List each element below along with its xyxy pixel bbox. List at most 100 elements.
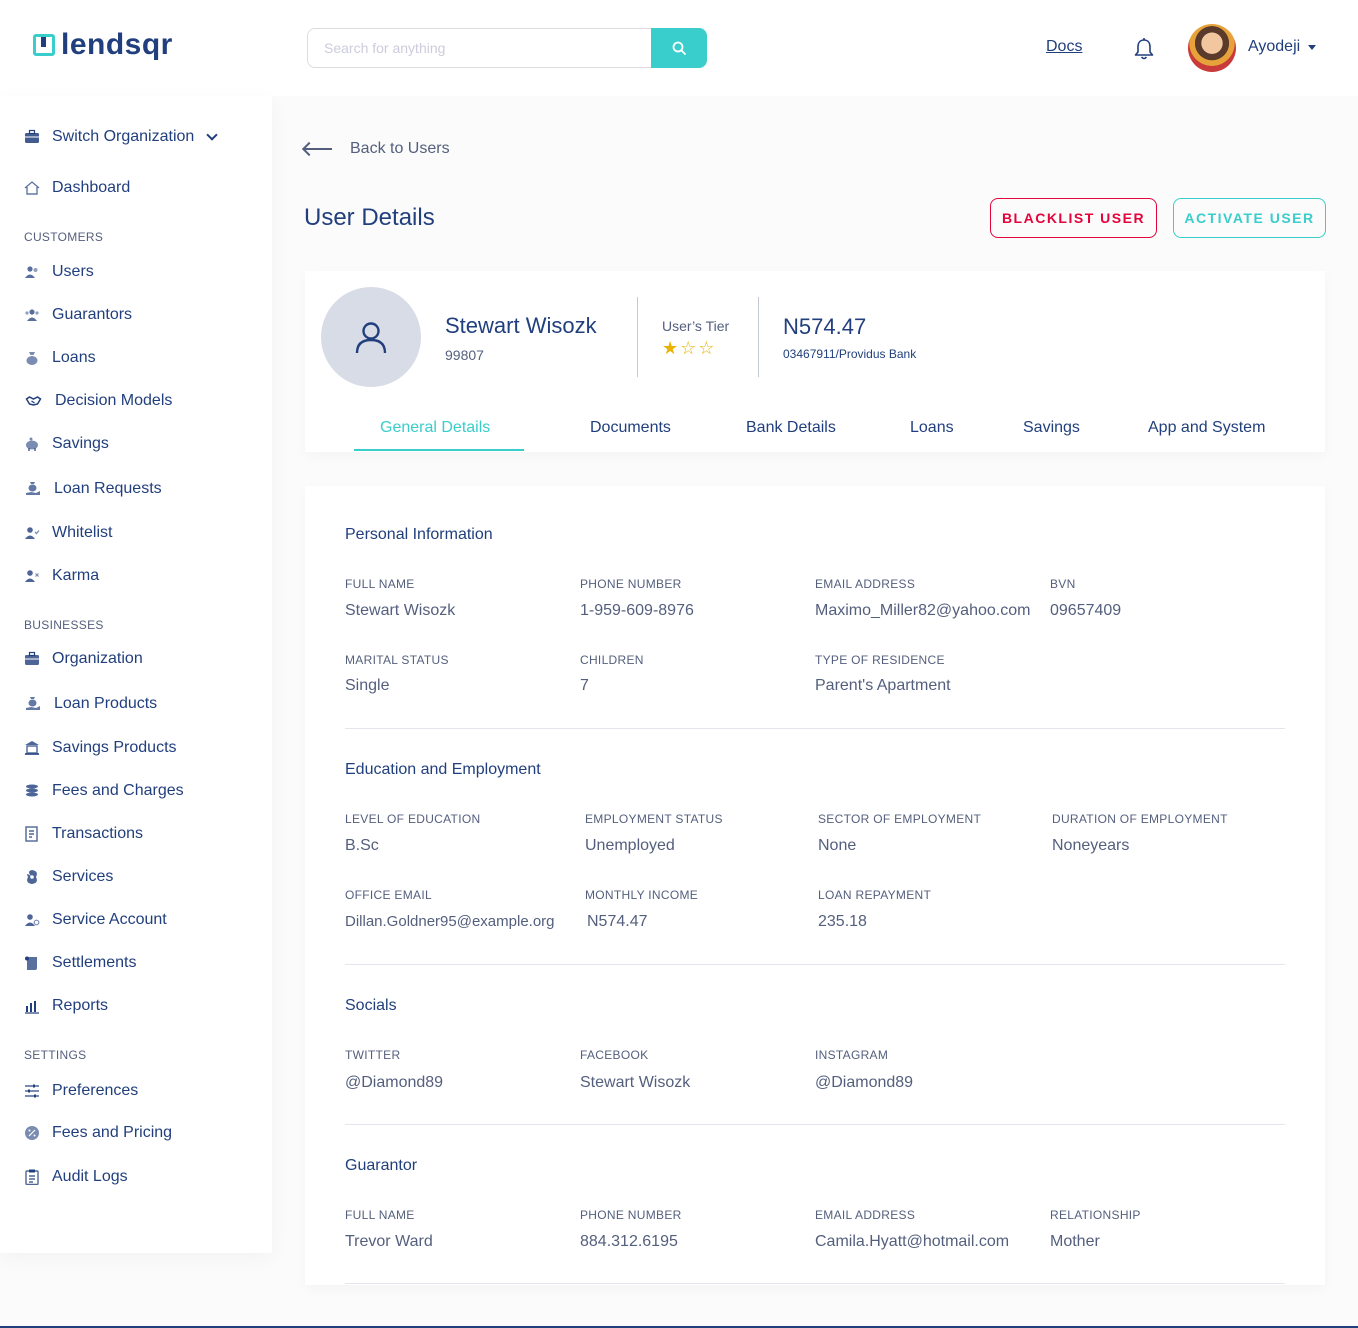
sidebar-item-label: Audit Logs	[52, 1168, 128, 1185]
field-value: Single	[345, 677, 390, 694]
user-check-icon	[25, 527, 40, 539]
section-businesses: BUSINESSES	[24, 618, 104, 632]
field-value: Unemployed	[585, 837, 675, 854]
sidebar-item-fees-and-charges[interactable]: Fees and Charges	[24, 780, 184, 802]
switch-organization[interactable]: Switch Organization	[24, 126, 218, 148]
docs-link[interactable]: Docs	[1046, 38, 1082, 56]
sidebar-item-label: Decision Models	[55, 392, 173, 409]
sidebar-item-service-account[interactable]: Service Account	[24, 909, 167, 931]
sliders-icon	[25, 1084, 39, 1098]
divider	[637, 297, 638, 377]
sidebar-item-guarantors[interactable]: Guarantors	[24, 304, 132, 326]
section-divider	[345, 964, 1285, 965]
search-button[interactable]	[651, 28, 707, 68]
sidebar-item-whitelist[interactable]: Whitelist	[24, 522, 112, 544]
section-title-socials: Socials	[345, 997, 397, 1014]
sidebar-item-decision-models[interactable]: Decision Models	[24, 390, 172, 412]
tab-documents[interactable]: Documents	[590, 419, 671, 437]
section-divider	[345, 728, 1285, 729]
active-tab-indicator	[354, 449, 524, 451]
field-value: Maximo_Miller82@yahoo.com	[815, 602, 1031, 619]
field-label: TWITTER	[345, 1048, 401, 1062]
section-divider	[345, 1124, 1285, 1125]
sidebar-item-savings[interactable]: Savings	[24, 433, 109, 455]
sidebar-item-users[interactable]: Users	[24, 261, 94, 283]
user-avatar[interactable]	[1188, 24, 1236, 72]
field-label: SECTOR OF EMPLOYMENT	[818, 812, 982, 826]
section-customers: CUSTOMERS	[24, 230, 104, 244]
field-label: FULL NAME	[345, 577, 415, 591]
coins-icon	[26, 784, 38, 797]
piggy-bank-icon	[26, 437, 38, 451]
user-x-icon	[25, 570, 39, 582]
star-empty-icon: ☆	[698, 338, 717, 359]
sidebar-item-loan-requests[interactable]: Loan Requests	[24, 478, 162, 500]
field-value: 7	[580, 677, 589, 694]
sidebar-item-label: Transactions	[52, 825, 143, 842]
sidebar-item-label: Savings	[52, 435, 109, 452]
sidebar-item-settlements[interactable]: Settlements	[24, 952, 136, 974]
sidebar-item-fees-and-pricing[interactable]: Fees and Pricing	[24, 1122, 172, 1144]
profile-id: 99807	[445, 347, 484, 363]
sidebar-item-label: Loan Products	[54, 695, 158, 712]
caret-down-icon	[1308, 44, 1317, 50]
tier-label: User’s Tier	[662, 318, 730, 334]
sidebar-item-label: Organization	[52, 650, 143, 667]
field-label: MARITAL STATUS	[345, 653, 449, 667]
briefcase-icon	[25, 651, 39, 665]
badge-percent-icon	[25, 1126, 39, 1140]
field-label: PHONE NUMBER	[580, 1208, 682, 1222]
tab-app-and-system[interactable]: App and System	[1148, 419, 1265, 437]
money-bag-icon	[26, 352, 38, 365]
field-label: OFFICE EMAIL	[345, 888, 432, 902]
sidebar-item-karma[interactable]: Karma	[24, 565, 99, 587]
field-label: EMAIL ADDRESS	[815, 1208, 916, 1222]
section-title-guarantor: Guarantor	[345, 1157, 418, 1174]
sidebar-item-label: Reports	[52, 997, 109, 1014]
sidebar-item-audit-logs[interactable]: Audit Logs	[24, 1166, 128, 1188]
field-value: 884.312.6195	[580, 1233, 678, 1250]
sidebar-item-preferences[interactable]: Preferences	[24, 1080, 138, 1102]
blacklist-user-button[interactable]: BLACKLIST USER	[990, 198, 1157, 238]
profile-avatar	[321, 287, 421, 387]
user-icon	[355, 322, 387, 354]
field-value: N574.47	[587, 913, 648, 930]
tab-general-details[interactable]: General Details	[380, 419, 490, 437]
bank-icon	[25, 741, 39, 755]
sidebar-item-savings-products[interactable]: Savings Products	[24, 737, 177, 759]
user-cog-icon	[25, 914, 40, 926]
back-label: Back to Users	[350, 140, 450, 157]
field-label: FACEBOOK	[580, 1048, 649, 1062]
sidebar-item-transactions[interactable]: Transactions	[24, 823, 143, 845]
back-to-users-link[interactable]: Back to Users	[304, 140, 450, 158]
profile-summary-card: Stewart Wisozk 99807 User’s Tier ★☆☆ N57…	[305, 271, 1325, 452]
receipt-icon	[25, 826, 38, 842]
user-menu[interactable]: Ayodeji	[1248, 38, 1317, 56]
sidebar-item-services[interactable]: Services	[24, 866, 113, 888]
notification-bell-icon[interactable]	[1131, 36, 1157, 62]
field-value: Stewart Wisozk	[580, 1074, 691, 1091]
sidebar-item-label: Fees and Pricing	[52, 1124, 173, 1141]
tab-savings[interactable]: Savings	[1023, 419, 1080, 437]
sidebar-item-organization[interactable]: Organization	[24, 648, 143, 670]
galaxy-icon	[27, 870, 37, 884]
sidebar-item-label: Karma	[52, 567, 100, 584]
clipboard-icon	[25, 1169, 39, 1185]
logo[interactable]: lendsqr	[33, 28, 173, 62]
sidebar-item-loans[interactable]: Loans	[24, 347, 96, 369]
field-label: TYPE OF RESIDENCE	[815, 653, 945, 667]
field-value: Parent's Apartment	[815, 677, 951, 694]
activate-user-button[interactable]: ACTIVATE USER	[1173, 198, 1326, 238]
sidebar-item-dashboard[interactable]: Dashboard	[24, 177, 130, 199]
field-label: EMPLOYMENT STATUS	[585, 812, 723, 826]
sidebar-item-reports[interactable]: Reports	[24, 995, 108, 1017]
home-icon	[24, 181, 40, 195]
sidebar-item-loan-products[interactable]: Loan Products	[24, 693, 157, 715]
search-input[interactable]	[307, 28, 651, 68]
field-value: 235.18	[818, 913, 867, 930]
field-value: Noneyears	[1052, 837, 1130, 854]
tab-loans[interactable]: Loans	[910, 419, 954, 437]
tab-bank-details[interactable]: Bank Details	[746, 419, 836, 437]
sidebar: Switch Organization Dashboard CUSTOMERS …	[0, 96, 272, 1253]
field-label: EMAIL ADDRESS	[815, 577, 916, 591]
